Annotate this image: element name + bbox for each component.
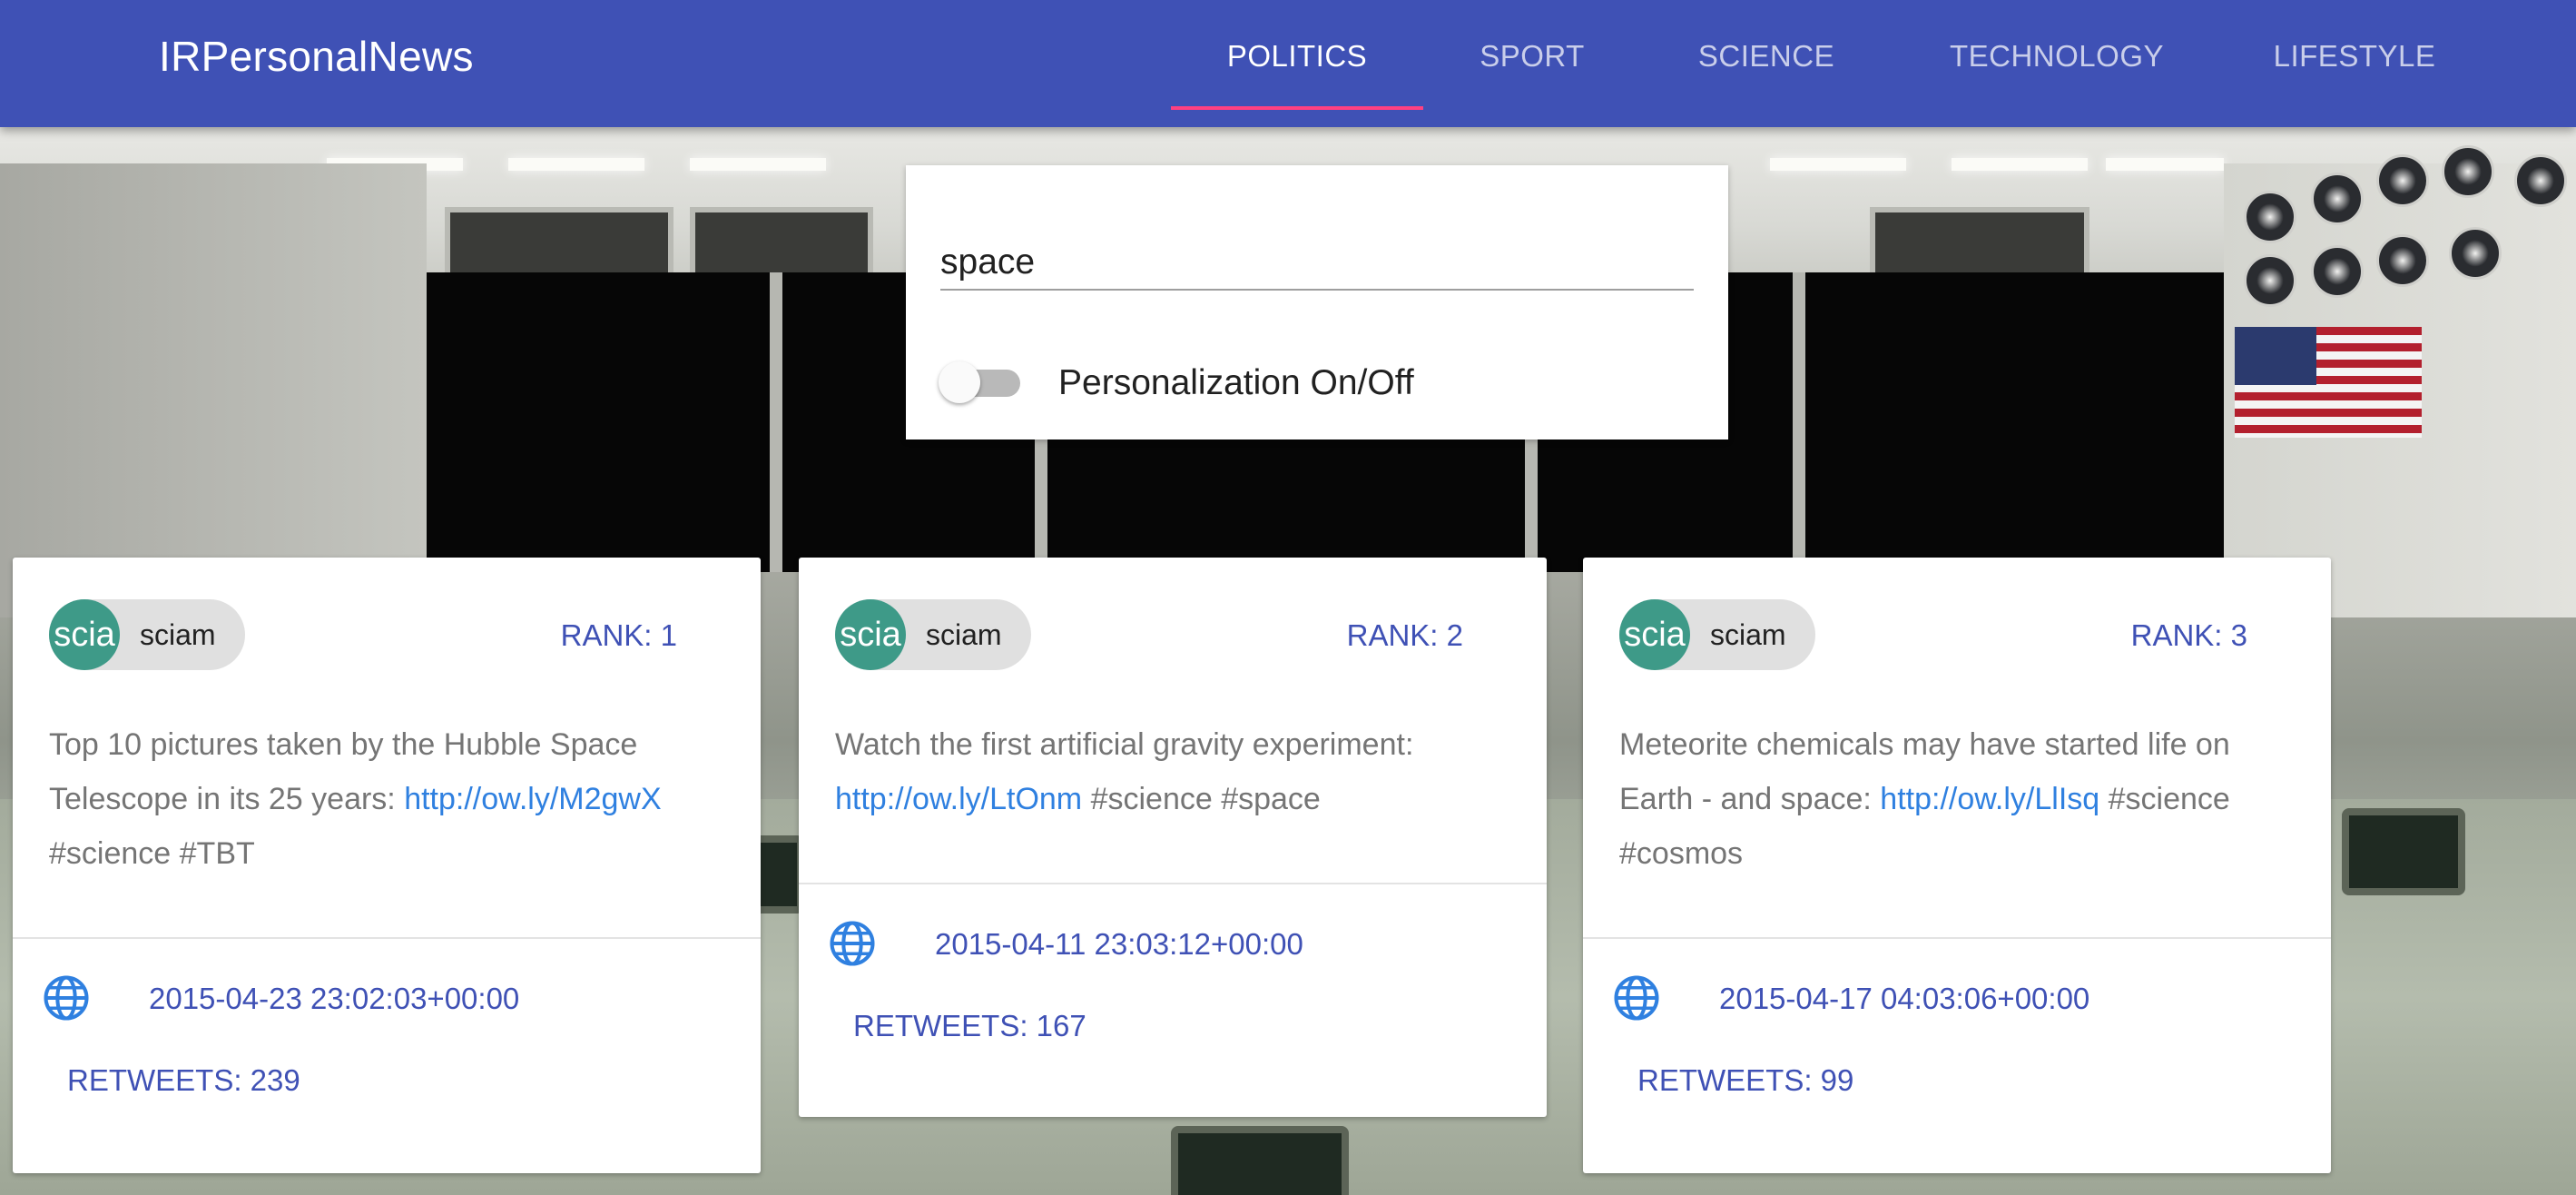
card-header: scia sciam RANK: 1 [13, 558, 761, 676]
tab-sport[interactable]: SPORT [1423, 0, 1641, 113]
rank-label: RANK: 2 [1346, 618, 1463, 652]
background-left-wall [0, 163, 427, 617]
avatar: scia [49, 599, 120, 670]
globe-icon[interactable] [42, 973, 91, 1022]
card-header: scia sciam RANK: 3 [1583, 558, 2331, 676]
tweet-text: Meteorite chemicals may have started lif… [1583, 676, 2331, 910]
app-bar: IRPersonalNews POLITICS SPORT SCIENCE TE… [0, 0, 2576, 127]
retweets-count: RETWEETS: 167 [853, 1009, 1086, 1042]
tweet-link[interactable]: http://ow.ly/LtOnm [835, 782, 1082, 816]
tweet-text-before: Watch the first artificial gravity exper… [835, 727, 1414, 762]
retweets-count: RETWEETS: 99 [1637, 1063, 1854, 1097]
tweet-date: 2015-04-11 23:03:12+00:00 [935, 927, 1303, 961]
tweet-text-after: #science #TBT [49, 836, 255, 871]
search-panel: Personalization On/Off [906, 165, 1728, 439]
category-tabs: POLITICS SPORT SCIENCE TECHNOLOGY LIFEST… [1171, 0, 2487, 127]
source-chip[interactable]: scia sciam [49, 599, 245, 670]
flag-image [2235, 327, 2422, 438]
source-label: sciam [1710, 617, 1786, 651]
tab-science[interactable]: SCIENCE [1641, 0, 1892, 113]
source-label: sciam [926, 617, 1002, 651]
tweet-text: Watch the first artificial gravity exper… [799, 676, 1547, 855]
personalization-label: Personalization On/Off [1058, 363, 1414, 402]
news-card: scia sciam RANK: 2 Watch the first artif… [799, 558, 1547, 1117]
tweet-date: 2015-04-23 23:02:03+00:00 [149, 982, 520, 1015]
tweet-link[interactable]: http://ow.ly/LlIsq [1880, 782, 2099, 816]
search-input[interactable] [940, 236, 1694, 291]
avatar: scia [835, 599, 906, 670]
source-label: sciam [140, 617, 216, 651]
globe-icon[interactable] [828, 919, 877, 968]
tweet-text-after: #science #space [1082, 782, 1321, 816]
toggle-thumb[interactable] [939, 361, 980, 403]
news-card: scia sciam RANK: 1 Top 10 pictures taken… [13, 558, 761, 1173]
source-chip[interactable]: scia sciam [1619, 599, 1815, 670]
tab-politics[interactable]: POLITICS [1171, 0, 1423, 113]
tweet-date: 2015-04-17 04:03:06+00:00 [1719, 982, 2090, 1015]
card-header: scia sciam RANK: 2 [799, 558, 1547, 676]
rank-label: RANK: 1 [560, 618, 677, 652]
tweet-text: Top 10 pictures taken by the Hubble Spac… [13, 676, 761, 910]
card-footer: 2015-04-23 23:02:03+00:00 RETWEETS: 239 [13, 939, 761, 1139]
globe-icon[interactable] [1612, 973, 1661, 1022]
retweets-count: RETWEETS: 239 [67, 1063, 300, 1097]
app-brand[interactable]: IRPersonalNews [159, 29, 474, 84]
rank-label: RANK: 3 [2130, 618, 2247, 652]
card-footer: 2015-04-11 23:03:12+00:00 RETWEETS: 167 [799, 884, 1547, 1084]
source-chip[interactable]: scia sciam [835, 599, 1031, 670]
tweet-link[interactable]: http://ow.ly/M2gwX [404, 782, 661, 816]
news-card: scia sciam RANK: 3 Meteorite chemicals m… [1583, 558, 2331, 1173]
personalization-toggle[interactable] [939, 360, 1022, 405]
tab-technology[interactable]: TECHNOLOGY [1892, 0, 2222, 113]
active-tab-indicator [1171, 106, 1423, 110]
avatar: scia [1619, 599, 1690, 670]
tab-lifestyle[interactable]: LIFESTYLE [2222, 0, 2487, 113]
card-footer: 2015-04-17 04:03:06+00:00 RETWEETS: 99 [1583, 939, 2331, 1139]
